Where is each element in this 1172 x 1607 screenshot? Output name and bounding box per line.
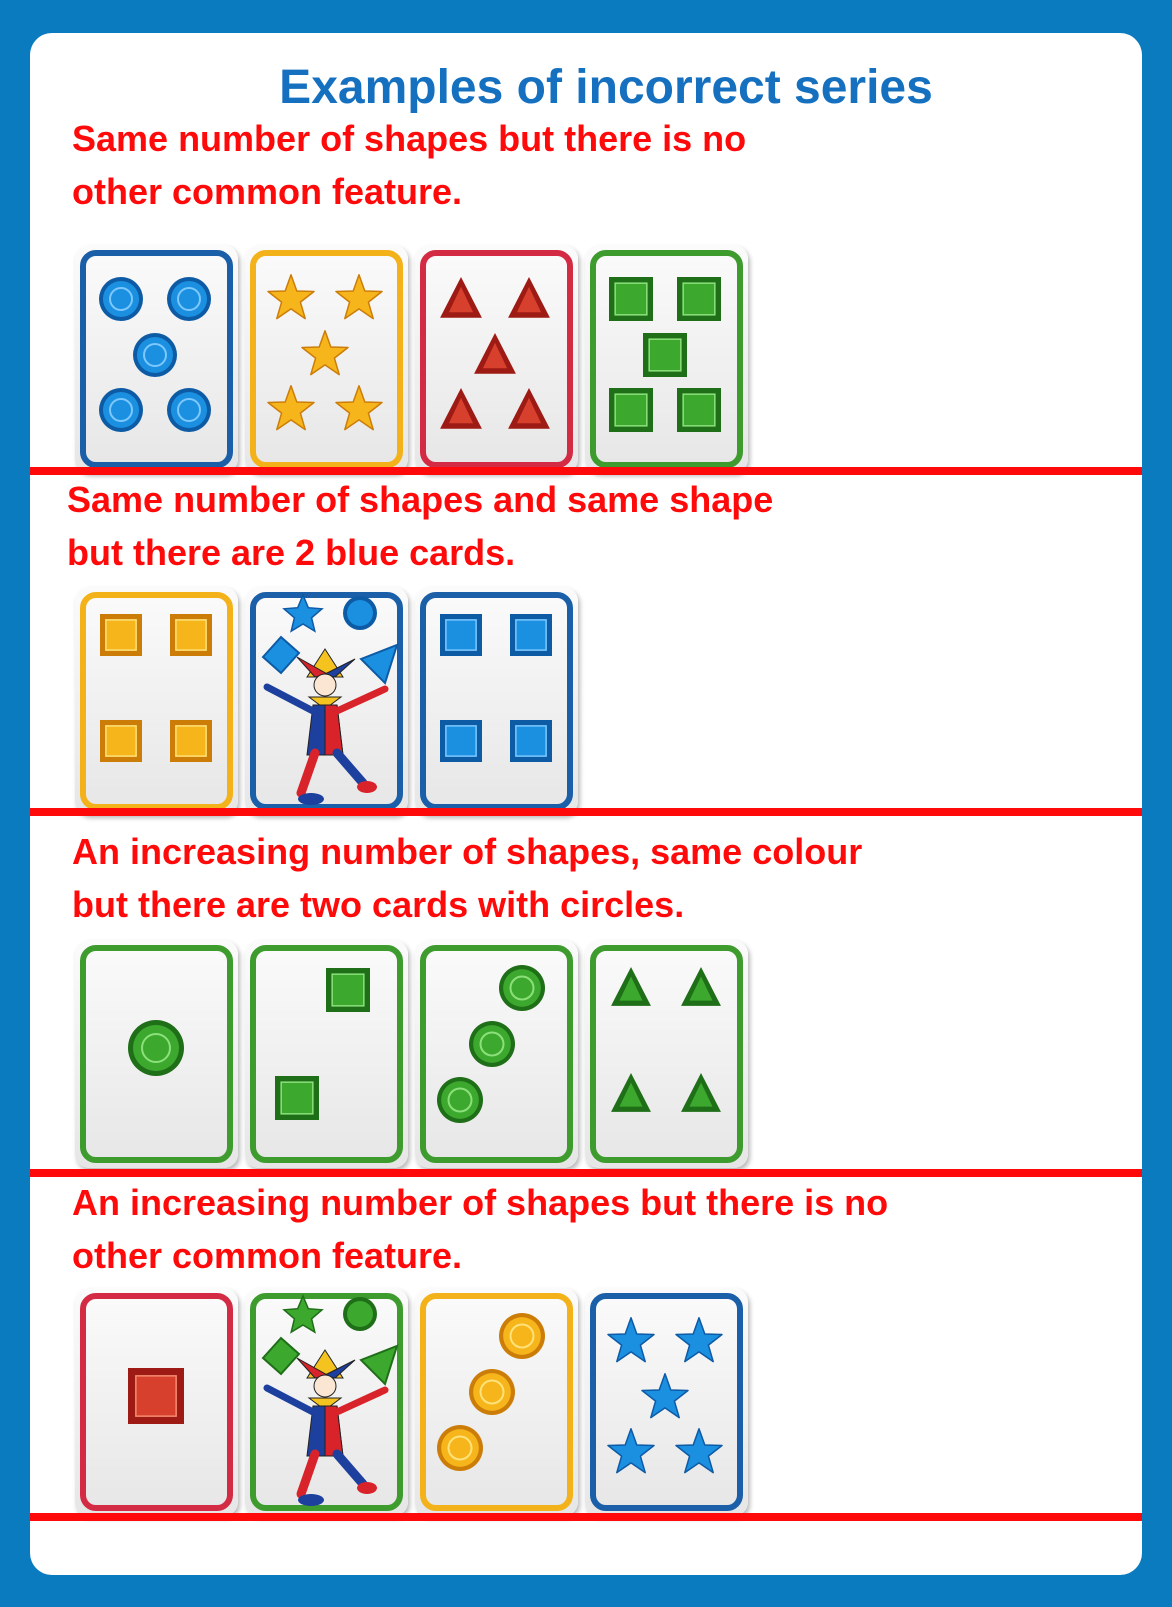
slide-panel: Examples of incorrect series Same number… <box>30 33 1142 1575</box>
square-shape <box>170 720 212 762</box>
circle-shape <box>499 965 545 1011</box>
star-shape <box>607 1317 655 1363</box>
section-3-caption: An increasing number of shapes, same col… <box>72 831 863 925</box>
joker-card <box>245 1288 408 1516</box>
card-face <box>420 945 573 1163</box>
card-face <box>420 250 573 468</box>
circle-shape <box>167 277 211 321</box>
green-circle-card <box>415 940 578 1168</box>
square-shape <box>510 720 552 762</box>
green-square-card <box>585 245 748 473</box>
square-shape <box>128 1368 184 1424</box>
triangle-shape <box>508 388 550 429</box>
card-face <box>250 945 403 1163</box>
circle-shape <box>469 1369 515 1415</box>
star-shape <box>267 274 315 320</box>
green-triangle-card <box>585 940 748 1168</box>
circle-shape <box>99 388 143 432</box>
triangle-shape <box>440 388 482 429</box>
green-circle-card <box>75 940 238 1168</box>
square-shape <box>677 388 721 432</box>
star-shape <box>675 1317 723 1363</box>
card-face <box>80 1293 233 1511</box>
blue-circle-card <box>75 245 238 473</box>
card-face <box>250 1293 403 1511</box>
square-shape <box>275 1076 319 1120</box>
circle-shape <box>128 1020 184 1076</box>
star-shape <box>335 274 383 320</box>
joker-card <box>245 587 408 815</box>
square-shape <box>609 388 653 432</box>
triangle-shape <box>611 967 651 1006</box>
circle-shape <box>99 277 143 321</box>
triangle-shape <box>681 1073 721 1112</box>
circle-shape <box>469 1021 515 1067</box>
card-face <box>80 945 233 1163</box>
triangle-shape <box>508 277 550 318</box>
triangle-shape <box>681 967 721 1006</box>
square-shape <box>170 614 212 656</box>
triangle-shape <box>440 277 482 318</box>
section-4-caption: An increasing number of shapes but there… <box>72 1182 889 1276</box>
card-face <box>590 250 743 468</box>
section-1-caption: Same number of shapes but there is no ot… <box>72 118 747 212</box>
star-shape <box>301 330 349 376</box>
yellow-star-card <box>245 245 408 473</box>
star-shape <box>267 385 315 431</box>
circle-shape <box>499 1313 545 1359</box>
square-shape <box>609 277 653 321</box>
blue-square-card <box>415 587 578 815</box>
card-face <box>250 592 403 810</box>
circle-shape <box>437 1077 483 1123</box>
square-shape <box>677 277 721 321</box>
star-shape <box>641 1373 689 1419</box>
card-face <box>420 592 573 810</box>
triangle-shape <box>474 333 516 374</box>
card-face <box>250 250 403 468</box>
section-divider <box>30 808 1142 816</box>
card-face <box>590 1293 743 1511</box>
star-shape <box>335 385 383 431</box>
yellow-square-card <box>75 587 238 815</box>
card-face <box>80 592 233 810</box>
section-divider <box>30 1513 1142 1521</box>
star-shape <box>675 1428 723 1474</box>
square-shape <box>440 720 482 762</box>
card-border <box>590 945 743 1163</box>
triangle-shape <box>611 1073 651 1112</box>
square-shape <box>100 614 142 656</box>
square-shape <box>510 614 552 656</box>
circle-shape <box>167 388 211 432</box>
square-shape <box>643 333 687 377</box>
star-shape <box>607 1428 655 1474</box>
card-face <box>590 945 743 1163</box>
blue-star-card <box>585 1288 748 1516</box>
square-shape <box>100 720 142 762</box>
green-square-card <box>245 940 408 1168</box>
red-square-card <box>75 1288 238 1516</box>
section-2-caption: Same number of shapes and same shape but… <box>67 479 774 573</box>
card-face <box>80 250 233 468</box>
red-triangle-card <box>415 245 578 473</box>
circle-shape <box>133 333 177 377</box>
circle-shape <box>437 1425 483 1471</box>
square-shape <box>326 968 370 1012</box>
card-face <box>420 1293 573 1511</box>
yellow-circle-card <box>415 1288 578 1516</box>
square-shape <box>440 614 482 656</box>
